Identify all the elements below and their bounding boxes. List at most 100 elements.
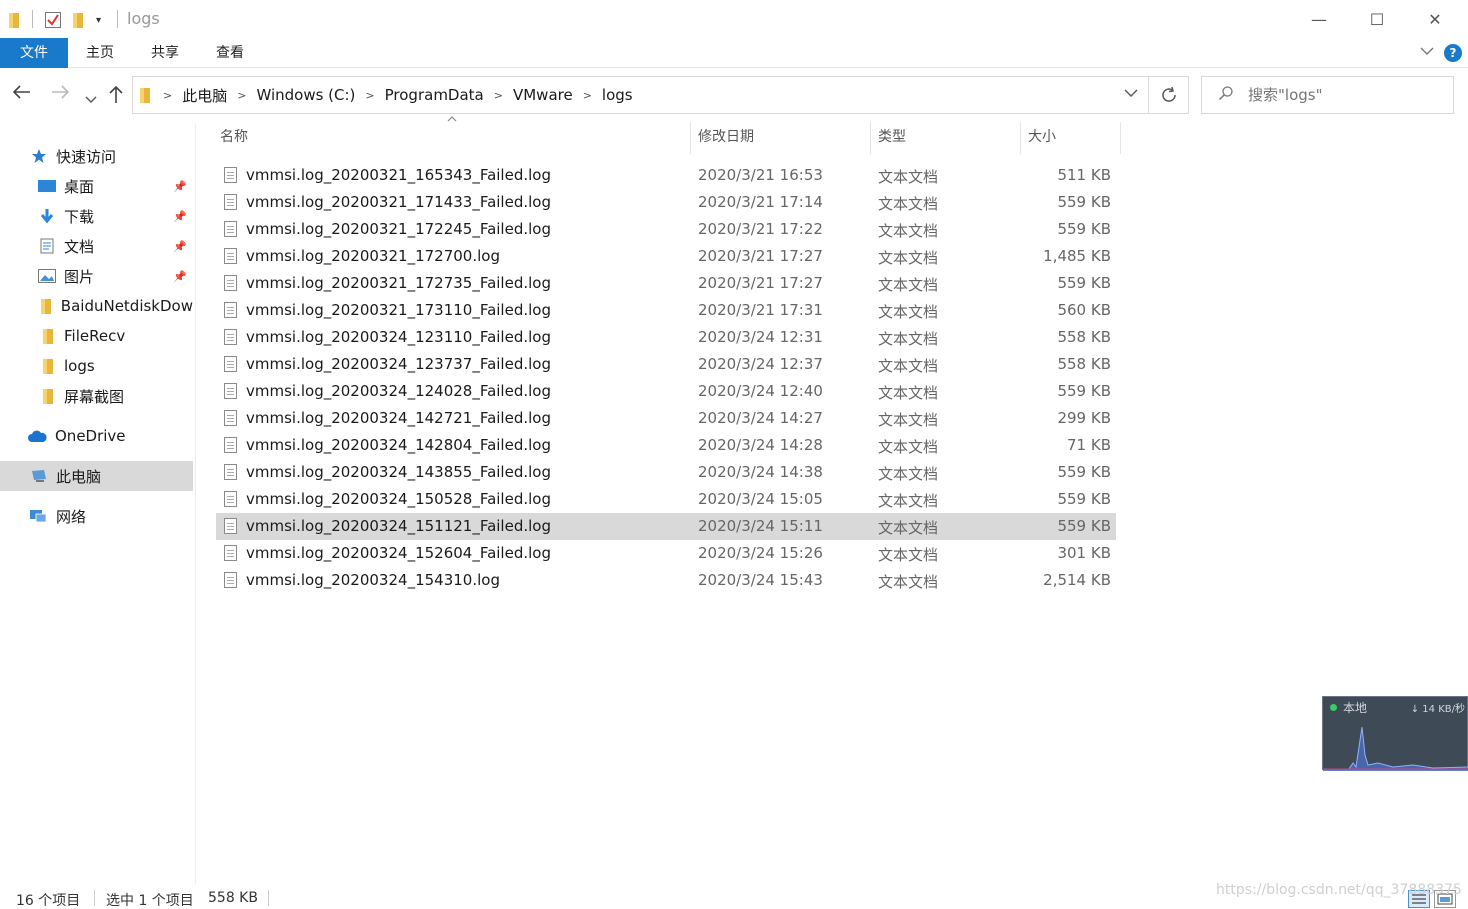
- new-folder-icon[interactable]: [72, 10, 86, 30]
- maximize-button[interactable]: ☐: [1348, 0, 1406, 38]
- table-row[interactable]: vmmsi.log_20200321_171433_Failed.log 2020…: [216, 189, 1116, 216]
- column-header-name[interactable]: 名称: [220, 118, 690, 156]
- column-header-type[interactable]: 类型: [878, 118, 1020, 156]
- toolbar-separator: [32, 10, 33, 28]
- column-divider[interactable]: [1020, 122, 1021, 154]
- file-type: 文本文档: [878, 546, 939, 564]
- sidebar-item-documents[interactable]: 文档 📌: [0, 231, 193, 261]
- table-row[interactable]: vmmsi.log_20200324_150528_Failed.log 2020…: [216, 486, 1116, 513]
- file-name: vmmsi.log_20200321_173110_Failed.log: [246, 301, 551, 319]
- table-row[interactable]: vmmsi.log_20200321_172245_Failed.log 2020…: [216, 216, 1116, 243]
- text-file-icon: [224, 275, 237, 291]
- navigation-bar: > 此电脑 > Windows (C:) > ProgramData > VMw…: [0, 70, 1468, 120]
- table-row[interactable]: vmmsi.log_20200324_142804_Failed.log 2020…: [216, 432, 1116, 459]
- address-history-icon[interactable]: [1124, 86, 1138, 102]
- table-row[interactable]: vmmsi.log_20200321_165343_Failed.log 2020…: [216, 162, 1116, 189]
- file-date: 2020/3/24 12:31: [698, 328, 823, 346]
- text-file-icon: [224, 572, 237, 588]
- chevron-right-icon[interactable]: >: [237, 89, 246, 102]
- table-row[interactable]: vmmsi.log_20200324_152604_Failed.log 2020…: [216, 540, 1116, 567]
- desktop-icon: [38, 178, 56, 194]
- breadcrumb-vmware[interactable]: VMware: [513, 86, 573, 104]
- table-row[interactable]: vmmsi.log_20200324_154310.log 2020/3/24 1…: [216, 567, 1116, 594]
- forward-arrow-icon[interactable]: [50, 84, 70, 105]
- tab-file[interactable]: 文件: [0, 38, 68, 68]
- text-file-icon: [224, 518, 237, 534]
- computer-icon: [30, 468, 48, 484]
- pin-icon[interactable]: 📌: [173, 210, 187, 223]
- pin-icon[interactable]: 📌: [173, 270, 187, 283]
- pin-icon[interactable]: 📌: [173, 180, 187, 193]
- column-header-size[interactable]: 大小: [1028, 118, 1118, 156]
- tab-home[interactable]: 主页: [72, 38, 128, 68]
- file-type: 文本文档: [878, 519, 939, 537]
- sidebar-item-this-pc[interactable]: 此电脑: [0, 461, 193, 491]
- breadcrumb-programdata[interactable]: ProgramData: [385, 86, 484, 104]
- address-bar[interactable]: > 此电脑 > Windows (C:) > ProgramData > VMw…: [132, 76, 1189, 114]
- selection-size: 558 KB: [208, 890, 258, 906]
- up-arrow-icon[interactable]: [108, 84, 124, 109]
- table-row[interactable]: vmmsi.log_20200324_124028_Failed.log 2020…: [216, 378, 1116, 405]
- table-row[interactable]: vmmsi.log_20200321_172700.log 2020/3/21 1…: [216, 243, 1116, 270]
- expand-ribbon-icon[interactable]: [1420, 45, 1434, 59]
- table-row[interactable]: vmmsi.log_20200324_123110_Failed.log 2020…: [216, 324, 1116, 351]
- table-row[interactable]: vmmsi.log_20200324_143855_Failed.log 2020…: [216, 459, 1116, 486]
- column-header-date[interactable]: 修改日期: [698, 118, 870, 156]
- folder-icon: [139, 86, 153, 104]
- chevron-right-icon[interactable]: >: [163, 89, 172, 102]
- sidebar-item-desktop[interactable]: 桌面 📌: [0, 171, 193, 201]
- column-divider[interactable]: [1120, 122, 1121, 154]
- refresh-icon[interactable]: [1148, 77, 1188, 113]
- text-file-icon: [224, 410, 237, 426]
- sidebar-item-label: 快速访问: [56, 147, 117, 166]
- tab-view[interactable]: 查看: [202, 38, 258, 68]
- sidebar-item-onedrive[interactable]: OneDrive: [0, 421, 193, 451]
- sidebar-item-screenshots[interactable]: 屏幕截图: [0, 381, 193, 411]
- chevron-right-icon[interactable]: >: [583, 89, 592, 102]
- sidebar-item-label: 网络: [56, 507, 87, 526]
- minimize-button[interactable]: —: [1290, 0, 1348, 38]
- document-icon: [38, 238, 56, 254]
- sidebar-item-quick-access[interactable]: 快速访问: [0, 141, 193, 171]
- file-type: 文本文档: [878, 573, 939, 591]
- help-icon[interactable]: ?: [1444, 44, 1462, 62]
- status-divider: [94, 890, 95, 906]
- sidebar-item-downloads[interactable]: 下载 📌: [0, 201, 193, 231]
- file-name: vmmsi.log_20200324_154310.log: [246, 571, 500, 589]
- breadcrumb-drive-c[interactable]: Windows (C:): [256, 86, 355, 104]
- file-date: 2020/3/24 15:26: [698, 544, 823, 562]
- tab-share[interactable]: 共享: [137, 38, 193, 68]
- table-row[interactable]: vmmsi.log_20200324_142721_Failed.log 2020…: [216, 405, 1116, 432]
- recent-locations-icon[interactable]: [85, 88, 97, 109]
- file-name: vmmsi.log_20200324_143855_Failed.log: [246, 463, 551, 481]
- breadcrumb-logs[interactable]: logs: [602, 86, 633, 104]
- sidebar-item-network[interactable]: 网络: [0, 501, 193, 531]
- properties-icon[interactable]: [44, 10, 62, 30]
- network-icon: [28, 508, 48, 524]
- column-divider[interactable]: [870, 122, 871, 154]
- file-date: 2020/3/21 17:14: [698, 193, 823, 211]
- search-box[interactable]: [1201, 76, 1454, 114]
- customize-toolbar-icon[interactable]: ▾: [96, 10, 101, 30]
- sidebar-item-logs[interactable]: logs: [0, 351, 193, 381]
- sidebar-item-baidunetdisk[interactable]: BaiduNetdiskDow: [0, 291, 193, 321]
- file-size: 2,514 KB: [1043, 571, 1111, 589]
- back-arrow-icon[interactable]: [12, 84, 32, 105]
- table-row[interactable]: vmmsi.log_20200321_172735_Failed.log 2020…: [216, 270, 1116, 297]
- close-button[interactable]: ✕: [1406, 0, 1464, 38]
- file-type: 文本文档: [878, 195, 939, 213]
- sidebar-item-pictures[interactable]: 图片 📌: [0, 261, 193, 291]
- chevron-right-icon[interactable]: >: [365, 89, 374, 102]
- column-divider[interactable]: [690, 122, 691, 154]
- table-row[interactable]: vmmsi.log_20200324_151121_Failed.log 2020…: [216, 513, 1116, 540]
- pin-icon[interactable]: 📌: [173, 240, 187, 253]
- search-input[interactable]: [1248, 86, 1428, 104]
- file-date: 2020/3/24 15:43: [698, 571, 823, 589]
- breadcrumb-this-pc[interactable]: 此电脑: [182, 85, 227, 106]
- search-icon: [1218, 85, 1234, 105]
- chevron-right-icon[interactable]: >: [494, 89, 503, 102]
- sidebar-item-filerecv[interactable]: FileRecv: [0, 321, 193, 351]
- network-speed-widget[interactable]: 本地 ↓ 14 KB/秒: [1322, 696, 1468, 771]
- table-row[interactable]: vmmsi.log_20200321_173110_Failed.log 2020…: [216, 297, 1116, 324]
- table-row[interactable]: vmmsi.log_20200324_123737_Failed.log 2020…: [216, 351, 1116, 378]
